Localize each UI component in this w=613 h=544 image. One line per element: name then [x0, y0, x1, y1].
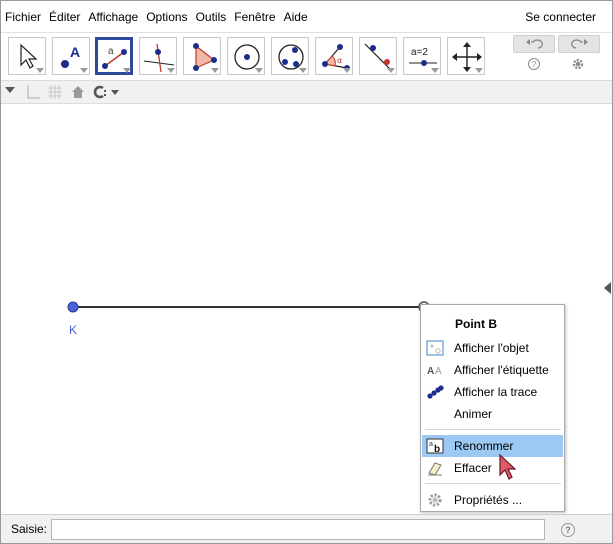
input-field[interactable]: [51, 519, 545, 540]
menu-item-animate[interactable]: Animer: [422, 403, 563, 425]
menu-item-show-trace[interactable]: Afficher la trace: [422, 381, 563, 403]
stylebar-toggle-icon[interactable]: [5, 87, 15, 93]
dropdown-triangle-icon: [211, 68, 219, 73]
home-icon[interactable]: [70, 84, 86, 100]
tool-slider-button[interactable]: a=2: [403, 37, 441, 75]
menu-item-show-object[interactable]: Afficher l'objet: [422, 337, 563, 359]
tool-circle-three-points-button[interactable]: [271, 37, 309, 75]
context-menu-title: Point B: [455, 317, 497, 331]
menu-outils[interactable]: Outils: [192, 1, 231, 33]
menu-item-rename[interactable]: a b Renommer: [422, 435, 563, 457]
help-icon[interactable]: ?: [527, 57, 541, 71]
redo-button[interactable]: [558, 35, 600, 53]
tool-point-button[interactable]: A: [52, 37, 90, 75]
menu-bar: Fichier Éditer Affichage Options Outils …: [1, 1, 612, 33]
tool-angle-button[interactable]: α: [315, 37, 353, 75]
svg-text:a: a: [108, 46, 114, 57]
dropdown-triangle-icon: [299, 68, 307, 73]
menu-item-properties[interactable]: Propriétés ...: [422, 489, 563, 511]
menu-separator: [425, 483, 561, 484]
svg-text:a=2: a=2: [411, 47, 428, 58]
point-k: [67, 301, 79, 313]
dropdown-triangle-icon: [387, 68, 395, 73]
axes-icon[interactable]: [25, 84, 41, 100]
undo-button[interactable]: [513, 35, 555, 53]
gear-icon: [428, 493, 442, 507]
tool-move-view-button[interactable]: [447, 37, 485, 75]
dropdown-triangle-icon: [343, 68, 351, 73]
panel-toggle-arrow-icon[interactable]: [604, 282, 611, 294]
geogebra-window: Fichier Éditer Affichage Options Outils …: [0, 0, 613, 544]
dropdown-triangle-icon: [80, 68, 88, 73]
menu-fichier[interactable]: Fichier: [1, 1, 45, 33]
svg-text:b: b: [434, 444, 440, 454]
input-bar: Saisie: ?: [1, 514, 612, 543]
tool-move-button[interactable]: [8, 37, 46, 75]
sign-in-link[interactable]: Se connecter: [525, 1, 596, 33]
point-k-label: K: [69, 323, 78, 337]
dropdown-triangle-icon: [167, 68, 175, 73]
point-capture-icon[interactable]: [92, 84, 122, 100]
redo-icon: [571, 39, 588, 49]
menu-item-show-label[interactable]: A A Afficher l'étiquette: [422, 359, 563, 381]
show-label-icon: A A: [427, 366, 442, 377]
grid-icon[interactable]: [47, 84, 63, 100]
menu-fenetre[interactable]: Fenêtre: [230, 1, 279, 33]
dropdown-triangle-icon: [475, 68, 483, 73]
show-object-icon: [426, 340, 444, 356]
menu-aide[interactable]: Aide: [280, 1, 312, 33]
style-bar: [1, 80, 612, 104]
tool-polygon-button[interactable]: [183, 37, 221, 75]
menu-affichage[interactable]: Affichage: [84, 1, 142, 33]
tool-circle-center-button[interactable]: [227, 37, 265, 75]
dropdown-triangle-icon: [123, 68, 131, 73]
menu-editer[interactable]: Éditer: [45, 1, 84, 33]
mouse-cursor-icon: [499, 453, 516, 480]
svg-text:?: ?: [532, 60, 537, 69]
svg-text:α: α: [337, 56, 342, 65]
context-menu: Point B Afficher l'objet A A Afficher l'…: [420, 304, 565, 512]
eraser-icon: [428, 462, 442, 476]
tool-reflect-button[interactable]: [359, 37, 397, 75]
tool-segment-button[interactable]: a: [95, 37, 133, 75]
menu-separator: [425, 429, 561, 430]
menu-options[interactable]: Options: [142, 1, 191, 33]
trace-icon: [427, 385, 444, 399]
dropdown-triangle-icon: [431, 68, 439, 73]
svg-text:a: a: [429, 441, 433, 448]
svg-text:A: A: [70, 44, 80, 60]
input-bar-label: Saisie:: [11, 522, 48, 536]
gear-icon[interactable]: [571, 57, 585, 71]
undo-icon: [526, 39, 543, 49]
svg-text:A: A: [435, 366, 442, 377]
dropdown-triangle-icon: [36, 68, 44, 73]
rename-icon: a b: [426, 438, 444, 454]
help-icon[interactable]: ?: [561, 523, 575, 537]
dropdown-triangle-icon: [255, 68, 263, 73]
menu-item-delete[interactable]: Effacer: [422, 457, 563, 479]
svg-text:A: A: [427, 366, 434, 377]
tool-perpendicular-button[interactable]: [139, 37, 177, 75]
